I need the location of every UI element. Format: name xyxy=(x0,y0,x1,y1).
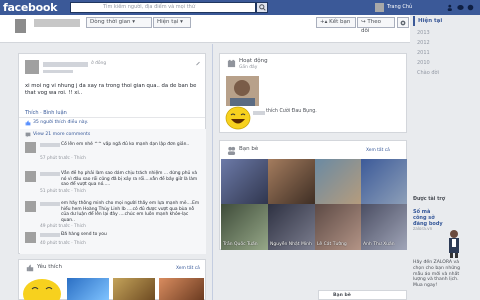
commenter-name[interactable] xyxy=(40,172,60,176)
profile-name-blurred[interactable] xyxy=(34,19,80,27)
comment-meta[interactable]: 49 phút trước · Thích xyxy=(40,224,86,229)
activity-actor[interactable] xyxy=(253,111,265,115)
post-author-avatar[interactable] xyxy=(25,60,39,74)
status-post-card: ở đồng xi moi ng vi nhung j da xay ra tr… xyxy=(18,53,206,254)
laughing-emoji-icon[interactable] xyxy=(225,106,251,130)
commenter-avatar[interactable] xyxy=(25,232,36,243)
comment-meta[interactable]: 51 phút trước · Thích xyxy=(40,189,86,194)
sponsored-label: Được tài trợ xyxy=(413,197,446,202)
friend-photo[interactable] xyxy=(268,159,315,204)
user-avatar[interactable] xyxy=(375,3,384,12)
comment-text: Cố lên em nhé ^^ vấp ngã đủ ko mạnh dạn … xyxy=(61,142,190,147)
likes-icon xyxy=(26,264,34,272)
follow-button[interactable]: ↪ Theo dõi xyxy=(357,17,395,34)
comment-icon xyxy=(25,132,31,138)
likes-see-all[interactable]: Xem tất cả xyxy=(176,266,200,271)
thumbs-up-icon xyxy=(25,120,31,126)
friends-title: Bạn bè xyxy=(239,146,259,152)
view-more-comments[interactable]: View 21 more comments xyxy=(33,132,90,137)
like-comment-actions[interactable]: Thích · Bình luận xyxy=(25,110,67,116)
current-dropdown[interactable]: Hiện tại ▾ xyxy=(153,17,191,28)
activity-photo[interactable] xyxy=(226,76,259,106)
likes-title: Yêu thích xyxy=(37,264,62,270)
laughing-emoji-icon[interactable] xyxy=(22,278,62,300)
timeline-divider xyxy=(212,44,213,300)
add-friend-icon: +▴ xyxy=(320,19,328,25)
profile-picture[interactable] xyxy=(14,18,27,34)
post-timestamp[interactable] xyxy=(43,70,73,73)
liked-page-photo[interactable] xyxy=(159,278,204,300)
ad-image[interactable] xyxy=(444,228,464,258)
friend-name[interactable]: Nguyễn Nhật Minh xyxy=(270,242,312,247)
friend-name[interactable]: Anh Thư Xuân xyxy=(363,242,395,247)
activity-icon xyxy=(227,59,236,68)
activity-subtitle: Gần đây xyxy=(239,65,258,70)
facebook-logo[interactable]: facebook xyxy=(3,0,57,15)
search-input[interactable]: Tìm kiếm người, địa điểm và mọi thứ xyxy=(70,2,256,13)
comment-text: Đã hàng send to you xyxy=(61,232,107,237)
likes-card: Yêu thích Xem tất cả xyxy=(18,259,206,300)
post-body: xi moi ng vi nhung j da xay ra trong tho… xyxy=(25,83,197,96)
friends-see-all[interactable]: Xem tất cả xyxy=(366,148,390,153)
liked-page-photo[interactable] xyxy=(113,278,155,300)
activity-line: thích Cười Đau Bụng. xyxy=(266,109,317,114)
likes-count[interactable]: 35 người thích điều này. xyxy=(33,120,88,125)
follow-icon: ↪ xyxy=(361,19,366,25)
bottom-friends-strip: Bạn bè xyxy=(318,290,407,300)
commenter-name[interactable] xyxy=(40,143,60,147)
pencil-icon[interactable] xyxy=(195,60,201,66)
year-item[interactable]: 2010 xyxy=(417,60,430,66)
divider xyxy=(19,117,205,118)
messages-icon[interactable] xyxy=(457,4,464,11)
search-icon xyxy=(259,4,266,11)
friend-photo[interactable] xyxy=(221,159,268,204)
ad-domain: zalora.vn xyxy=(413,226,433,231)
bottom-label[interactable]: Bạn bè xyxy=(333,293,351,300)
user-name-link[interactable]: Trang Chủ xyxy=(387,0,412,15)
friends-icon xyxy=(227,146,236,155)
commenter-avatar[interactable] xyxy=(25,201,36,212)
search-button[interactable] xyxy=(256,2,268,13)
settings-button[interactable] xyxy=(397,17,409,28)
year-current[interactable]: Hiện tại xyxy=(413,16,443,26)
liked-page-photo[interactable] xyxy=(67,278,109,300)
comment-meta[interactable]: 57 phút trước · Thích xyxy=(40,156,86,161)
year-item[interactable]: 2011 xyxy=(417,50,430,56)
commenter-name[interactable] xyxy=(40,233,60,237)
post-author-name[interactable] xyxy=(43,62,88,67)
year-item[interactable]: Chào đời xyxy=(417,70,439,76)
friend-name[interactable]: Lê Cát Tường xyxy=(317,242,347,247)
friends-card: Bạn bè Xem tất cả Trần Quốc Tuấn Nguyễn … xyxy=(219,140,407,250)
commenter-avatar[interactable] xyxy=(25,142,36,153)
friend-requests-icon[interactable] xyxy=(447,4,454,11)
ad-title-link[interactable]: Số mà công sở đăng body xyxy=(413,209,443,227)
friend-photo[interactable] xyxy=(315,159,361,204)
comment-text: Vẫn đề họ phải làm sao dám chịu trách nh… xyxy=(61,171,198,188)
year-item[interactable]: 2013 xyxy=(417,30,430,36)
notifications-icon[interactable] xyxy=(467,4,474,11)
friend-name[interactable]: Trần Quốc Tuấn xyxy=(223,242,258,247)
timeline-dropdown[interactable]: Dòng thời gian ▾ xyxy=(86,17,152,28)
activity-title: Hoạt động xyxy=(239,58,268,64)
ad-description: Hãy đến ZALORA và chọn cho bạn những mẫu… xyxy=(413,260,460,289)
commenter-name[interactable] xyxy=(40,202,60,206)
add-friend-button[interactable]: +▴ Kết bạn xyxy=(316,17,356,28)
gear-icon xyxy=(400,20,406,26)
activity-card: Hoạt động Gần đây thích Cười Đau Bụng. xyxy=(219,53,407,133)
post-privacy: ở đồng xyxy=(91,61,107,66)
comment-text: em hãy thông minh cho mọi người thấy em … xyxy=(61,201,200,223)
friend-photo[interactable] xyxy=(361,159,407,204)
comment-meta[interactable]: 40 phút trước · Thích xyxy=(40,241,86,246)
year-item[interactable]: 2012 xyxy=(417,40,430,46)
commenter-avatar[interactable] xyxy=(25,171,36,182)
